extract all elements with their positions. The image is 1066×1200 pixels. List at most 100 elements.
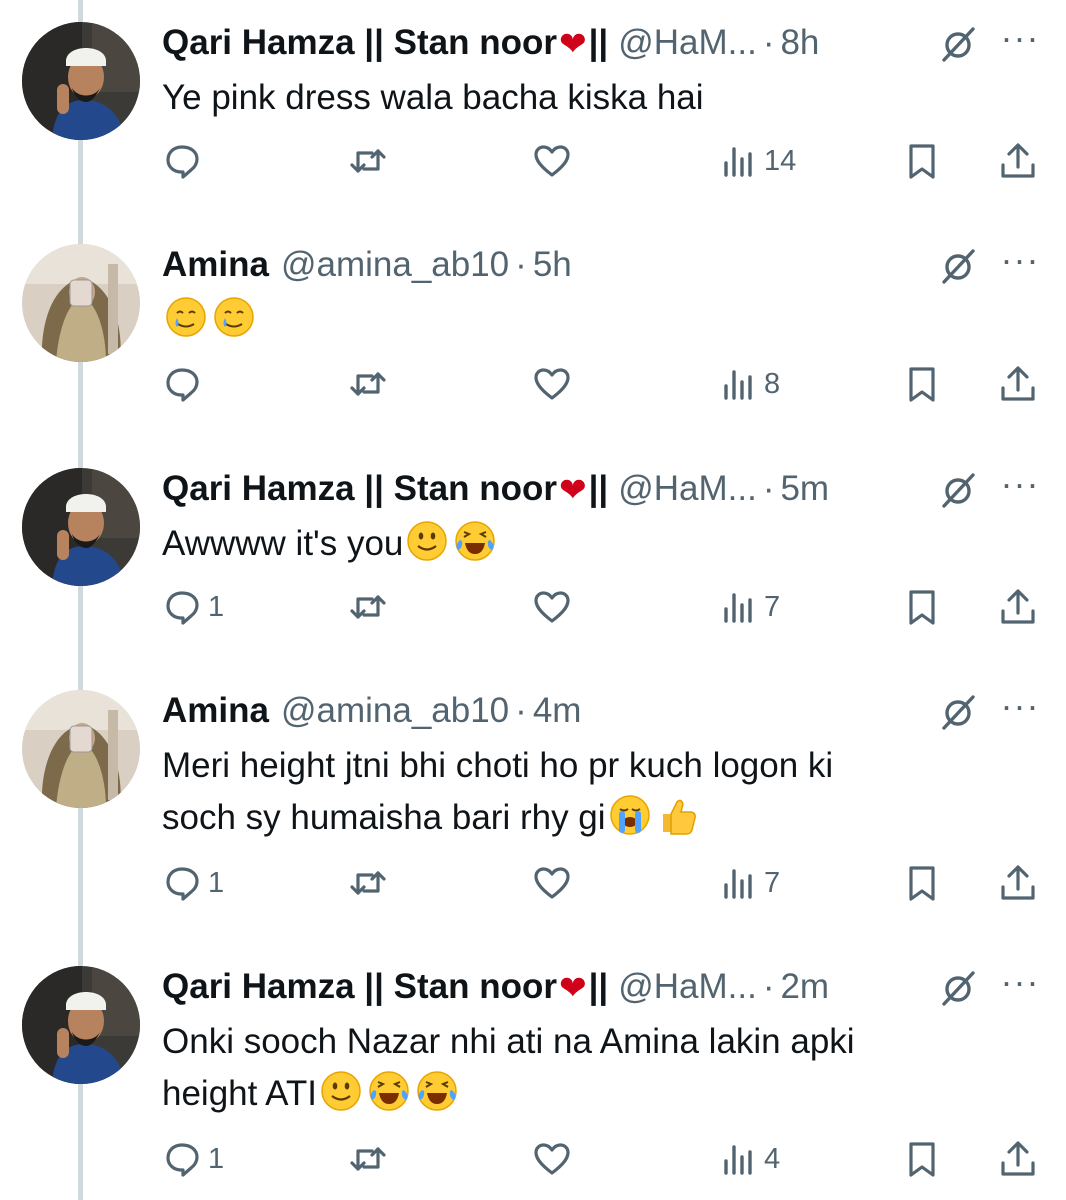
author-name[interactable]: Amina xyxy=(162,691,269,731)
views-button[interactable]: 14 xyxy=(718,139,796,183)
like-icon xyxy=(534,867,570,899)
author-handle[interactable]: @HaM... xyxy=(618,23,757,63)
more-options-button[interactable]: ··· xyxy=(1000,20,1040,62)
views-icon xyxy=(724,869,752,899)
reply-button[interactable]: 1 xyxy=(162,861,224,905)
bookmark-icon xyxy=(909,144,935,179)
reply-count: 1 xyxy=(208,590,225,623)
laughing-tears-emoji xyxy=(369,1071,409,1111)
views-count: 4 xyxy=(764,1142,781,1175)
reply-count: 1 xyxy=(208,1142,225,1175)
share-button[interactable] xyxy=(998,1137,1038,1181)
like-button[interactable] xyxy=(532,585,572,629)
like-button[interactable] xyxy=(532,139,572,183)
grok-icon[interactable] xyxy=(938,968,978,1008)
timestamp[interactable]: 5h xyxy=(533,245,572,285)
tweet-text: Ye pink dress wala bacha kiska hai xyxy=(162,72,1042,124)
more-options-button[interactable]: ··· xyxy=(1000,964,1040,1006)
retweet-button[interactable] xyxy=(348,861,388,905)
grok-icon[interactable] xyxy=(938,24,978,64)
grok-icon[interactable] xyxy=(938,692,978,732)
like-button[interactable] xyxy=(532,1137,572,1181)
reply-button[interactable] xyxy=(162,139,202,183)
reply-icon xyxy=(166,867,199,901)
bookmark-button[interactable] xyxy=(902,1137,942,1181)
views-button[interactable]: 4 xyxy=(718,1137,780,1181)
share-icon xyxy=(1001,589,1035,624)
views-icon xyxy=(724,147,752,177)
retweet-icon xyxy=(350,372,386,396)
dot-separator: · xyxy=(515,691,527,730)
avatar[interactable] xyxy=(22,690,140,808)
views-button[interactable]: 8 xyxy=(718,362,780,406)
timestamp[interactable]: 2m xyxy=(780,967,829,1007)
like-button[interactable] xyxy=(532,861,572,905)
dot-separator: · xyxy=(515,245,527,284)
views-count: 14 xyxy=(764,144,797,177)
heart-emoji: ❤ xyxy=(558,968,587,1006)
author-handle[interactable]: @amina_ab10 xyxy=(281,691,509,731)
retweet-icon xyxy=(350,871,386,895)
retweet-button[interactable] xyxy=(348,139,388,183)
tweet-actions: 17 xyxy=(162,861,1052,905)
reply-button[interactable]: 1 xyxy=(162,1137,224,1181)
tweet-text: Awwww it's you xyxy=(162,518,1042,570)
retweet-button[interactable] xyxy=(348,585,388,629)
bookmark-button[interactable] xyxy=(902,362,942,406)
bookmark-button[interactable] xyxy=(902,139,942,183)
reply-button[interactable] xyxy=(162,362,202,406)
crying-smile-emoji xyxy=(166,297,206,337)
reply-button[interactable]: 1 xyxy=(162,585,224,629)
reply-icon xyxy=(166,145,199,179)
more-options-button[interactable]: ··· xyxy=(1000,688,1040,730)
retweet-icon xyxy=(350,595,386,619)
views-button[interactable]: 7 xyxy=(718,585,780,629)
like-button[interactable] xyxy=(532,362,572,406)
avatar[interactable] xyxy=(22,244,140,362)
timestamp[interactable]: 5m xyxy=(780,469,829,509)
share-button[interactable] xyxy=(998,585,1038,629)
share-button[interactable] xyxy=(998,139,1038,183)
retweet-icon xyxy=(350,149,386,173)
timestamp[interactable]: 4m xyxy=(533,691,582,731)
grok-icon[interactable] xyxy=(938,470,978,510)
thumbs-up-emoji xyxy=(662,799,696,835)
bookmark-icon xyxy=(909,1142,935,1177)
tweet-header: Amina @amina_ab10 · 4m xyxy=(162,686,581,736)
more-options-button[interactable]: ··· xyxy=(1000,466,1040,508)
bookmark-button[interactable] xyxy=(902,861,942,905)
author-name[interactable]: Amina xyxy=(162,245,269,285)
retweet-button[interactable] xyxy=(348,1137,388,1181)
bookmark-icon xyxy=(909,590,935,625)
author-name[interactable]: Qari Hamza || Stan noor xyxy=(162,23,557,63)
slight-smile-emoji xyxy=(321,1071,361,1111)
avatar[interactable] xyxy=(22,966,140,1084)
share-button[interactable] xyxy=(998,861,1038,905)
dot-separator: · xyxy=(762,469,775,508)
author-name[interactable]: Qari Hamza || Stan noor xyxy=(162,469,557,509)
views-icon xyxy=(724,593,752,623)
author-handle[interactable]: @HaM... xyxy=(618,967,757,1007)
timestamp[interactable]: 8h xyxy=(780,23,819,63)
author-handle[interactable]: @amina_ab10 xyxy=(281,245,509,285)
views-icon xyxy=(724,1145,752,1175)
retweet-button[interactable] xyxy=(348,362,388,406)
tweet-actions: 14 xyxy=(162,1137,1052,1181)
views-count: 7 xyxy=(764,866,781,899)
retweet-icon xyxy=(350,1147,386,1171)
bookmark-button[interactable] xyxy=(902,585,942,629)
share-button[interactable] xyxy=(998,362,1038,406)
share-icon xyxy=(1001,143,1035,178)
avatar[interactable] xyxy=(22,22,140,140)
views-button[interactable]: 7 xyxy=(718,861,780,905)
avatar[interactable] xyxy=(22,468,140,586)
like-icon xyxy=(534,591,570,623)
author-name[interactable]: Qari Hamza || Stan noor xyxy=(162,967,557,1007)
tweet-header: Qari Hamza || Stan noor ❤ || @HaM... · 8h xyxy=(162,18,819,68)
tweet-text-line: height ATI xyxy=(162,1074,318,1113)
author-handle[interactable]: @HaM... xyxy=(618,469,757,509)
more-options-button[interactable]: ··· xyxy=(1000,242,1040,284)
grok-icon[interactable] xyxy=(938,246,978,286)
heart-emoji: ❤ xyxy=(558,470,587,508)
share-icon xyxy=(1001,366,1035,401)
